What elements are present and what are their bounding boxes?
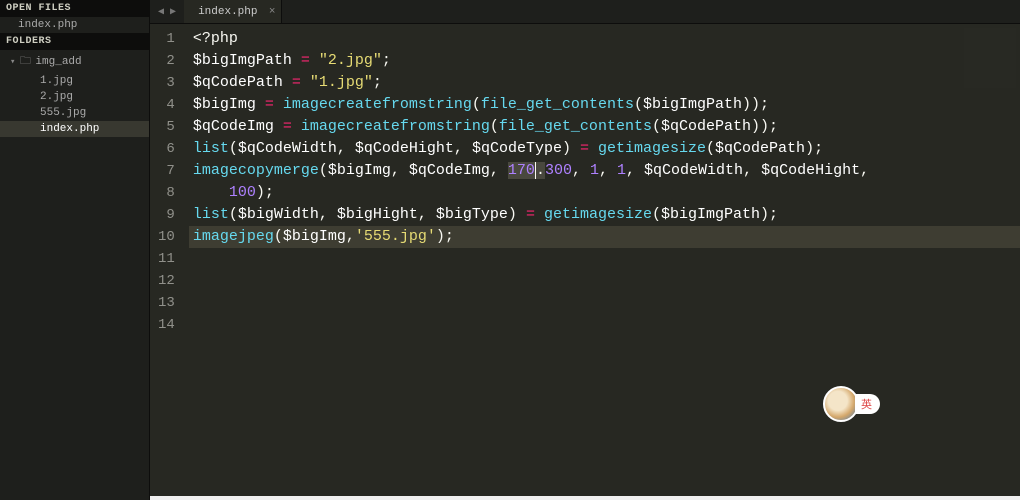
folder-label: img_add	[35, 56, 81, 68]
nav-left-icon[interactable]: ◀	[156, 6, 166, 18]
folder-root[interactable]: 🗀 img_add	[0, 50, 149, 73]
code-area[interactable]: <?php$bigImgPath = "2.jpg";$qCodePath = …	[189, 24, 1020, 500]
main-panel: ◀ ▶ index.php × 1234567891011121314 <?ph…	[150, 0, 1020, 500]
close-icon[interactable]: ×	[269, 6, 276, 18]
open-files-header: OPEN FILES	[0, 0, 149, 17]
ime-label: 英	[855, 394, 880, 414]
open-file-item[interactable]: index.php	[0, 17, 149, 33]
tab-nav: ◀ ▶	[150, 0, 184, 23]
file-item[interactable]: 555.jpg	[0, 105, 149, 121]
file-item[interactable]: 2.jpg	[0, 89, 149, 105]
gutter: 1234567891011121314	[150, 24, 189, 500]
folder-icon: 🗀	[19, 52, 31, 71]
file-item-active[interactable]: index.php	[0, 121, 149, 137]
tab-active[interactable]: index.php ×	[184, 0, 282, 23]
folders-header: FOLDERS	[0, 33, 149, 50]
bottom-strip	[150, 496, 1020, 500]
tab-label: index.php	[198, 6, 257, 18]
file-item[interactable]: 1.jpg	[0, 73, 149, 89]
nav-right-icon[interactable]: ▶	[168, 6, 178, 18]
tab-bar: ◀ ▶ index.php ×	[150, 0, 1020, 24]
sidebar: OPEN FILES index.php FOLDERS 🗀 img_add 1…	[0, 0, 150, 500]
editor[interactable]: 1234567891011121314 <?php$bigImgPath = "…	[150, 24, 1020, 500]
avatar-icon	[823, 386, 859, 422]
ime-widget[interactable]: 英	[823, 386, 880, 422]
